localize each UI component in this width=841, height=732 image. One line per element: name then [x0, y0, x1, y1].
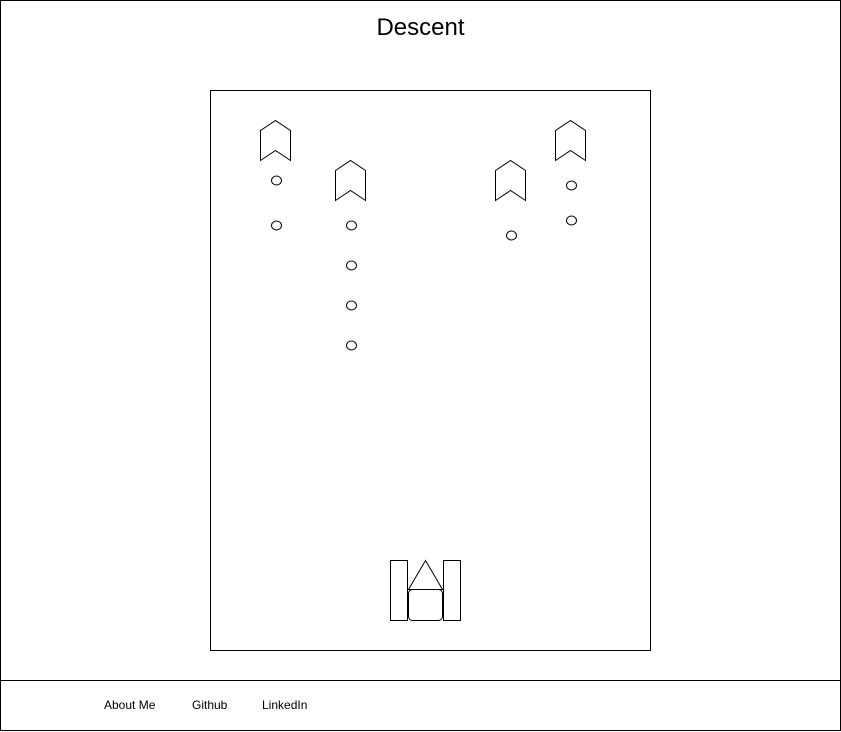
footer: About Me Github LinkedIn — [0, 680, 841, 732]
player-left-wing — [390, 560, 408, 621]
enemy-bullet — [566, 215, 577, 226]
game-canvas[interactable] — [210, 90, 651, 651]
game-board-border — [210, 90, 651, 651]
linkedin-link[interactable]: LinkedIn — [262, 698, 307, 712]
page-title: Descent — [376, 14, 465, 41]
enemy-bullet — [566, 180, 577, 191]
github-link[interactable]: Github — [192, 698, 227, 712]
enemy-bullet — [506, 230, 517, 241]
game-board[interactable] — [210, 90, 651, 651]
enemy-bullet — [346, 340, 357, 351]
player-ship — [390, 559, 461, 621]
about-me-link[interactable]: About Me — [104, 698, 155, 712]
enemy-bullet — [346, 220, 357, 231]
enemy-bullet — [346, 260, 357, 271]
enemy-bullet — [271, 220, 282, 231]
enemy-bullet — [271, 175, 282, 186]
player-right-wing — [443, 560, 461, 621]
player-body — [408, 589, 443, 621]
enemy-bullet — [346, 300, 357, 311]
